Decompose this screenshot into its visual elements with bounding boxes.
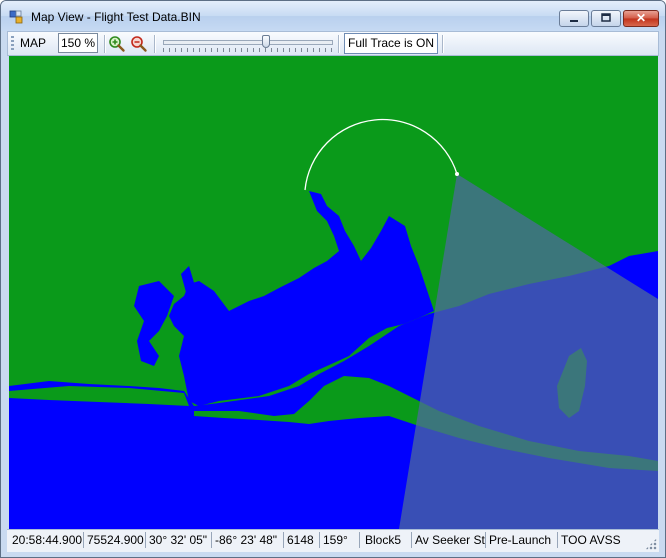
slider-ticks: [163, 48, 333, 52]
map-view-window: Map View - Flight Test Data.BIN ✕ MAP 15…: [0, 0, 666, 558]
aircraft-marker: [455, 172, 459, 176]
title-bar[interactable]: Map View - Flight Test Data.BIN ✕: [1, 1, 665, 31]
map-label[interactable]: MAP: [20, 36, 46, 50]
maximize-icon: [601, 13, 611, 22]
status-phase: Pre-Launch: [486, 532, 558, 548]
status-bar: 20:58:44.900 75524.900 30° 32' 05" -86° …: [7, 529, 659, 552]
minimize-icon: [570, 20, 578, 22]
toolbar-separator: [442, 35, 444, 53]
toolbar-separator: [154, 35, 156, 53]
status-heading: 159°: [320, 532, 360, 548]
slider-track[interactable]: [163, 40, 333, 45]
status-seeker-mode: Av Seeker St: [412, 532, 486, 548]
minimize-button[interactable]: [559, 10, 589, 27]
map-canvas[interactable]: [9, 56, 658, 529]
zoom-in-icon[interactable]: [108, 35, 126, 53]
close-button[interactable]: ✕: [623, 10, 659, 27]
maximize-button[interactable]: [591, 10, 621, 27]
status-latitude: 30° 32' 05": [146, 532, 212, 548]
zoom-slider[interactable]: [163, 34, 333, 54]
resize-grip[interactable]: [645, 538, 657, 550]
toolbar-separator: [338, 35, 340, 53]
status-block: Block5: [360, 532, 412, 548]
toolbar: MAP 150 % Full Trace is ON: [7, 31, 659, 56]
zoom-level-box[interactable]: 150 %: [58, 33, 98, 53]
status-time: 20:58:44.900: [9, 532, 84, 548]
full-trace-toggle[interactable]: Full Trace is ON: [344, 33, 438, 54]
toolbar-grip[interactable]: [11, 36, 14, 52]
zoom-out-icon[interactable]: [130, 35, 148, 53]
toolbar-separator: [104, 35, 106, 53]
window-title: Map View - Flight Test Data.BIN: [31, 10, 201, 24]
status-mode: TOO AVSS: [561, 533, 621, 547]
status-altitude: 6148: [284, 532, 320, 548]
slider-thumb[interactable]: [262, 35, 270, 48]
map-graphic[interactable]: [9, 56, 658, 529]
status-seconds: 75524.900: [84, 532, 146, 548]
app-icon: [9, 10, 23, 24]
status-longitude: -86° 23' 48": [212, 532, 284, 548]
close-icon: ✕: [635, 11, 647, 25]
